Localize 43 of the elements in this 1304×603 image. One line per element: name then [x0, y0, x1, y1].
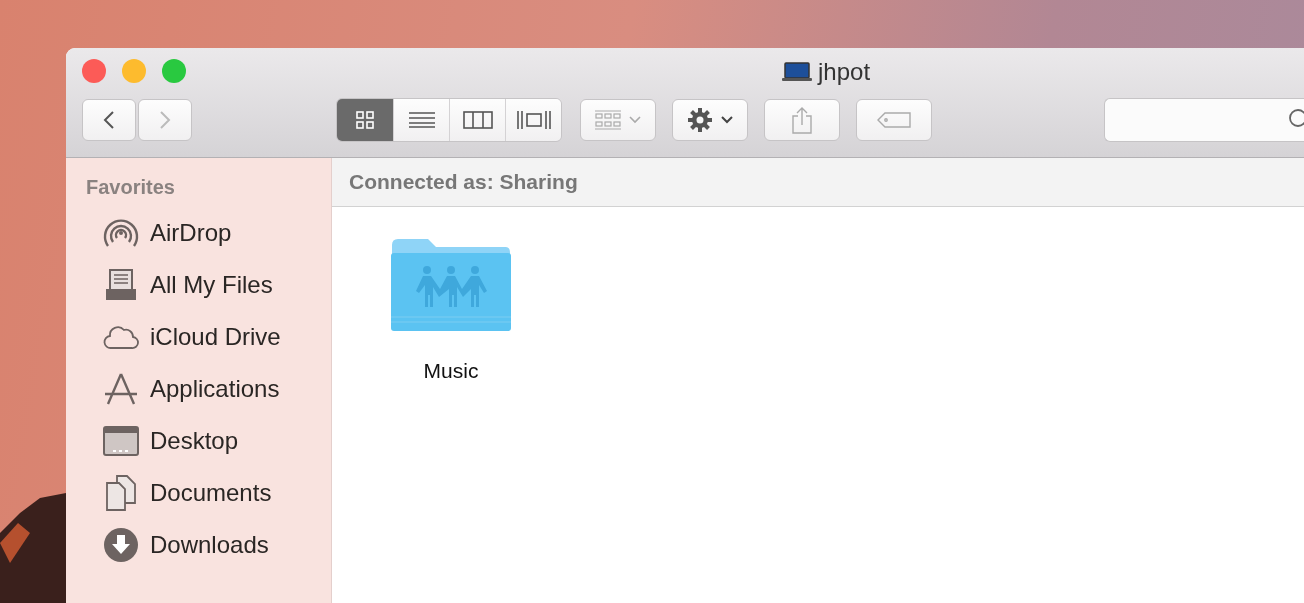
minimize-button[interactable]	[122, 59, 146, 83]
gear-icon	[687, 107, 713, 133]
chevron-down-icon	[721, 116, 733, 124]
tag-icon	[877, 112, 911, 128]
list-icon	[408, 112, 435, 128]
close-button[interactable]	[82, 59, 106, 83]
desktop-icon	[102, 426, 140, 456]
grid-icon	[356, 111, 374, 129]
cover-flow-icon	[516, 110, 551, 130]
sidebar-item[interactable]: Applications	[150, 375, 280, 403]
arrange-button[interactable]	[580, 99, 656, 141]
sidebar-item[interactable]: All My Files	[150, 271, 273, 299]
share-button[interactable]	[764, 99, 840, 141]
tag-button[interactable]	[856, 99, 932, 141]
chevron-down-icon	[629, 116, 641, 124]
download-icon	[102, 527, 140, 563]
back-button[interactable]	[82, 99, 136, 141]
cloud-icon	[102, 324, 140, 350]
share-icon	[791, 106, 813, 134]
laptop-icon	[782, 62, 812, 82]
app-store-icon	[102, 372, 140, 406]
chevron-left-icon	[103, 110, 115, 130]
sidebar-item[interactable]: iCloud Drive	[150, 323, 281, 351]
window-title: jhpot	[818, 58, 871, 86]
sidebar-item[interactable]: Downloads	[150, 531, 269, 559]
sidebar-item[interactable]: Documents	[150, 479, 272, 507]
view-mode-button[interactable]	[337, 99, 393, 141]
grid-icon	[595, 110, 621, 130]
sidebar-item[interactable]: AirDrop	[150, 219, 232, 247]
sidebar-item[interactable]: Desktop	[150, 427, 239, 455]
file-name: Music	[423, 359, 479, 383]
zoom-button[interactable]	[162, 59, 186, 83]
view-mode-button[interactable]	[393, 99, 449, 141]
forward-button[interactable]	[138, 99, 192, 141]
search-field[interactable]	[1104, 98, 1304, 142]
path-bar-text: Connected as: Sharing	[349, 170, 578, 194]
view-mode-button[interactable]	[505, 99, 561, 141]
shared-folder-icon[interactable]	[390, 237, 512, 333]
chevron-right-icon	[159, 110, 171, 130]
sidebar-heading: Favorites	[86, 176, 176, 199]
view-mode-button[interactable]	[449, 99, 505, 141]
action-button[interactable]	[672, 99, 748, 141]
columns-icon	[462, 111, 493, 129]
